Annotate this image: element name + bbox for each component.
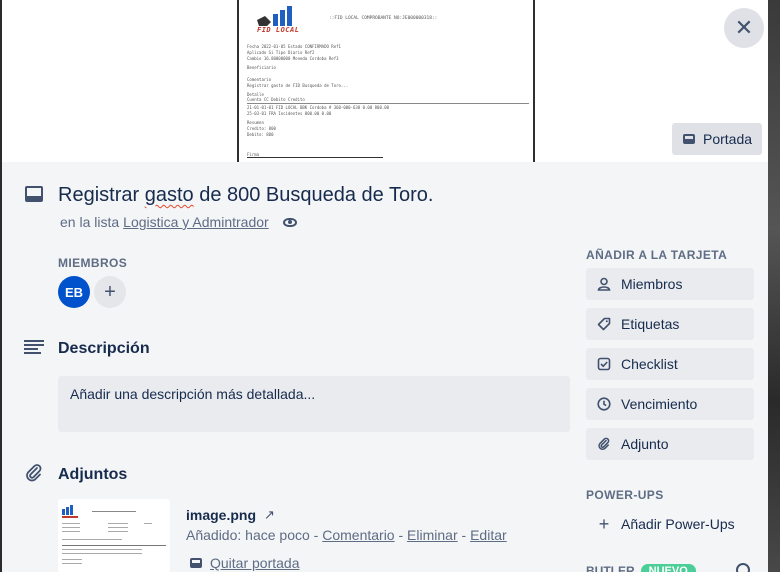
cover-button[interactable]: Portada <box>672 123 762 155</box>
close-icon: ✕ <box>734 15 754 40</box>
butler-label: BUTLER <box>586 564 635 572</box>
document-row: Credito: 800 <box>247 126 276 131</box>
document-row: 25-03-01 FRA Incidentes 800.00 0.00 <box>247 111 332 116</box>
attachment-meta: Añadido: hace poco - Comentario - Elimin… <box>186 527 507 543</box>
card-detail-modal: FID LOCAL ::FID LOCAL COMPROBANTE NO:JE0… <box>2 0 768 572</box>
attachment-file-name: image.png <box>186 507 257 523</box>
card-icon <box>683 134 695 144</box>
sidebar-button-attachment[interactable]: Adjunto <box>586 428 754 460</box>
sidebar-button-label: Etiquetas <box>621 316 680 332</box>
add-powerups-button[interactable]: + Añadir Power-Ups <box>586 508 754 540</box>
document-rule <box>247 103 529 104</box>
backdrop-right <box>768 0 780 572</box>
card-icon <box>190 558 202 568</box>
separator: - <box>457 527 471 543</box>
attachment-added-text: Añadido: hace poco - <box>186 527 323 543</box>
document-row: Aplicado Si Tipo Diario Ref2 <box>247 50 315 55</box>
card-title[interactable]: Registrar gasto de 800 Busqueda de Toro. <box>58 184 433 207</box>
description-input[interactable]: Añadir una descripción más detallada... <box>58 376 570 432</box>
attachment-delete-link[interactable]: Eliminar <box>407 527 458 543</box>
plus-icon: + <box>598 513 610 534</box>
sidebar-button-label: Miembros <box>621 276 683 292</box>
card-title-part: de 800 Busqueda de Toro. <box>193 184 434 206</box>
separator: - <box>394 527 408 543</box>
clock-icon <box>597 397 611 411</box>
remove-cover-link[interactable]: Quitar portada <box>210 555 300 571</box>
document-row: Registrar gasto de FID Busqueda de Toro.… <box>247 83 349 88</box>
description-icon <box>24 340 44 354</box>
attachment-thumbnail[interactable] <box>58 499 170 572</box>
plus-icon: + <box>104 280 116 303</box>
close-button[interactable]: ✕ <box>724 8 764 48</box>
eye-icon[interactable] <box>282 217 297 227</box>
checkbox-icon <box>597 357 611 371</box>
attachment-name[interactable]: image.png ↗ <box>186 507 275 523</box>
sidebar-button-label: Checklist <box>621 356 678 372</box>
document-row: Fecha 2022-01-05 Estado CONFIRMADO Ref1 <box>247 44 341 49</box>
paperclip-icon <box>598 437 610 450</box>
cover-button-label: Portada <box>703 131 753 147</box>
list-info: en la lista Logistica y Admintrador <box>60 214 297 230</box>
add-to-card-label: AÑADIR A LA TARJETA <box>586 248 728 262</box>
info-icon[interactable] <box>736 563 750 572</box>
card-icon <box>25 186 43 202</box>
document-row: Cambio 16.80000000 Moneda Cordoba Ref3 <box>247 56 339 61</box>
card-title-misspelled-word: gasto <box>144 184 194 206</box>
tag-icon <box>597 317 611 331</box>
remove-cover-action[interactable]: Quitar portada <box>190 555 300 571</box>
document-row: Debito: 800 <box>247 132 274 137</box>
person-icon <box>597 277 611 291</box>
cover-document-image: FID LOCAL ::FID LOCAL COMPROBANTE NO:JE0… <box>237 0 535 162</box>
card-title-part: Registrar <box>58 184 145 206</box>
new-badge: NUEVO <box>640 564 696 572</box>
attachment-comment-link[interactable]: Comentario <box>322 527 394 543</box>
document-row: Beneficiario <box>247 65 276 70</box>
card-cover: FID LOCAL ::FID LOCAL COMPROBANTE NO:JE0… <box>2 0 768 162</box>
avatar[interactable]: EB <box>58 276 90 308</box>
document-title: ::FID LOCAL COMPROBANTE NO:JE000000318:: <box>329 16 438 21</box>
document-row: Comentario <box>247 77 272 82</box>
paperclip-icon <box>26 464 42 482</box>
sidebar-button-label: Adjunto <box>621 436 669 452</box>
description-heading: Descripción <box>58 340 150 357</box>
document-row: 21-01-01-01 FID LOCAL BBK Cordoba # 360-… <box>247 105 390 110</box>
document-row: Cuenta CC Debito Credito <box>247 97 305 102</box>
document-row: Resumen <box>247 120 264 125</box>
document-signature-line <box>247 157 383 158</box>
sidebar-button-labels[interactable]: Etiquetas <box>586 308 754 340</box>
butler-section: BUTLER NUEVO <box>586 564 696 572</box>
attachments-heading: Adjuntos <box>58 466 128 483</box>
attachment-edit-link[interactable]: Editar <box>470 527 507 543</box>
add-powerups-label: Añadir Power-Ups <box>621 516 735 532</box>
document-logo-text: FID LOCAL <box>257 26 300 34</box>
sidebar-button-checklist[interactable]: Checklist <box>586 348 754 380</box>
add-member-button[interactable]: + <box>94 276 126 308</box>
sidebar-button-members[interactable]: Miembros <box>586 268 754 300</box>
external-link-icon[interactable]: ↗ <box>264 507 275 523</box>
members-label: MIEMBROS <box>58 256 128 270</box>
attachment-preview-image <box>58 499 170 572</box>
sidebar-button-label: Vencimiento <box>621 396 698 412</box>
list-link[interactable]: Logistica y Admintrador <box>123 214 269 230</box>
powerups-label: POWER-UPS <box>586 488 664 502</box>
list-prefix: en la lista <box>60 214 120 230</box>
sidebar-button-due-date[interactable]: Vencimiento <box>586 388 754 420</box>
